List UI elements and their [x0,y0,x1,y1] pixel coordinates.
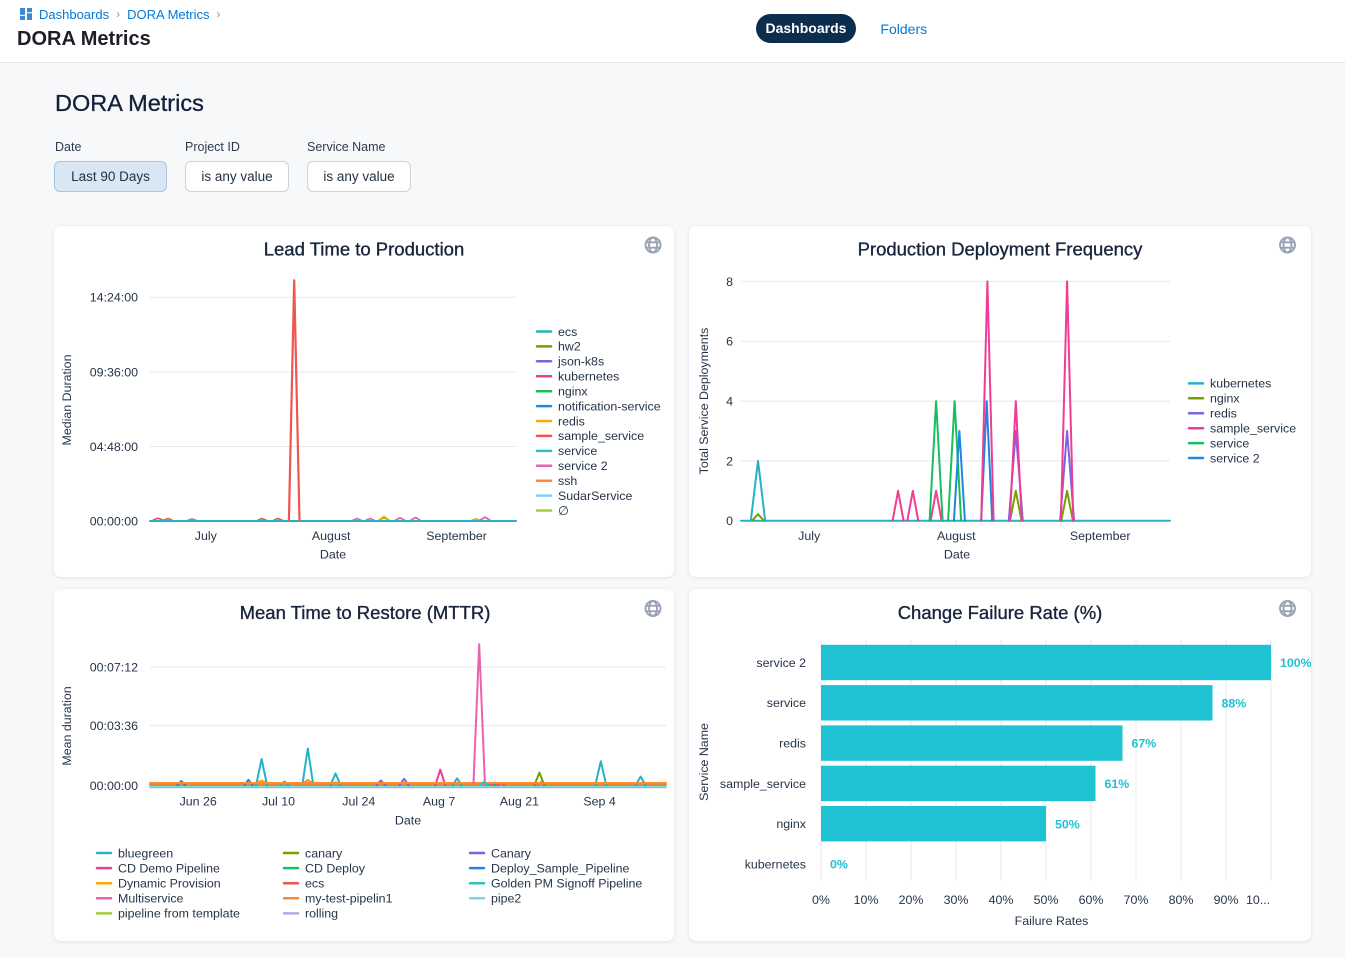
svg-text:00:00:00: 00:00:00 [90,514,138,528]
svg-text:Change Failure Rate (%): Change Failure Rate (%) [898,602,1103,623]
svg-text:67%: 67% [1132,737,1157,751]
svg-text:notification-service: notification-service [558,399,661,413]
svg-text:redis: redis [558,414,585,428]
svg-text:service: service [558,444,597,458]
svg-text:10...: 10... [1246,893,1270,907]
svg-text:Deploy_Sample_Pipeline: Deploy_Sample_Pipeline [491,861,630,875]
svg-text:nginx: nginx [776,817,806,831]
svg-text:Aug 21: Aug 21 [500,794,539,808]
svg-text:0%: 0% [812,893,830,907]
svg-text:40%: 40% [989,893,1014,907]
svg-text:8: 8 [726,275,733,289]
svg-text:kubernetes: kubernetes [1210,377,1271,391]
svg-text:61%: 61% [1105,777,1130,791]
svg-text:0: 0 [726,514,733,528]
svg-text:60%: 60% [1079,893,1104,907]
svg-text:Total Service Deployments: Total Service Deployments [697,328,711,475]
svg-text:bluegreen: bluegreen [118,846,173,860]
svg-text:ecs: ecs [305,877,324,891]
svg-text:ssh: ssh [558,474,577,488]
svg-text:Aug 7: Aug 7 [423,794,455,808]
svg-text:14:24:00: 14:24:00 [90,291,138,305]
svg-text:Date: Date [944,548,970,562]
svg-text:SudarService: SudarService [558,489,632,503]
svg-text:Canary: Canary [491,846,532,860]
svg-text:kubernetes: kubernetes [745,857,806,871]
svg-text:Jun 26: Jun 26 [180,794,217,808]
svg-text:00:00:00: 00:00:00 [90,779,138,793]
svg-text:Sep 4: Sep 4 [583,794,615,808]
svg-text:kubernetes: kubernetes [558,370,619,384]
svg-text:20%: 20% [899,893,924,907]
svg-text:nginx: nginx [1210,392,1240,406]
svg-text:sample_service: sample_service [1210,421,1296,435]
svg-text:0%: 0% [830,858,848,872]
svg-text:nginx: nginx [558,384,588,398]
svg-text:Mean Time to Restore (MTTR): Mean Time to Restore (MTTR) [240,602,491,623]
svg-text:ecs: ecs [558,325,577,339]
svg-text:Median Duration: Median Duration [60,354,74,445]
svg-text:sample_service: sample_service [720,777,806,791]
svg-text:Failure Rates: Failure Rates [1015,914,1089,928]
svg-text:70%: 70% [1124,893,1149,907]
svg-text:Service Name: Service Name [697,723,711,801]
svg-text:my-test-pipelin1: my-test-pipelin1 [305,892,393,906]
svg-text:Production Deployment Frequenc: Production Deployment Frequency [858,238,1144,259]
svg-text:CD Demo Pipeline: CD Demo Pipeline [118,861,220,875]
svg-text:30%: 30% [944,893,969,907]
svg-text:September: September [1070,529,1131,543]
svg-text:service: service [1210,436,1249,450]
svg-text:10%: 10% [854,893,879,907]
svg-text:88%: 88% [1222,696,1247,710]
svg-text:CD Deploy: CD Deploy [305,861,366,875]
svg-text:4: 4 [726,395,733,409]
svg-text:service 2: service 2 [558,459,608,473]
svg-text:80%: 80% [1169,893,1194,907]
svg-text:September: September [426,529,487,543]
svg-text:Golden PM Signoff Pipeline: Golden PM Signoff Pipeline [491,877,642,891]
svg-text:redis: redis [1210,407,1237,421]
svg-text:09:36:00: 09:36:00 [90,366,138,380]
svg-text:Mean duration: Mean duration [60,686,74,765]
svg-text:json-k8s: json-k8s [557,355,604,369]
svg-text:00:07:12: 00:07:12 [90,660,138,674]
svg-text:rolling: rolling [305,907,338,921]
svg-text:canary: canary [305,846,343,860]
svg-text:Date: Date [395,813,421,827]
svg-text:50%: 50% [1034,893,1059,907]
svg-text:Jul 24: Jul 24 [342,794,375,808]
svg-text:Dynamic Provision: Dynamic Provision [118,877,221,891]
svg-text:service: service [767,696,806,710]
svg-text:Date: Date [320,548,346,562]
svg-text:August: August [312,529,351,543]
svg-text:August: August [937,529,976,543]
svg-text:04:48:00: 04:48:00 [90,440,138,454]
svg-text:pipeline from template: pipeline from template [118,907,240,921]
svg-text:00:03:36: 00:03:36 [90,719,138,733]
svg-text:2: 2 [726,454,733,468]
svg-text:Multiservice: Multiservice [118,892,184,906]
svg-text:July: July [195,529,218,543]
svg-text:90%: 90% [1214,893,1239,907]
svg-text:Jul 10: Jul 10 [262,794,295,808]
svg-text:50%: 50% [1055,817,1080,831]
svg-text:100%: 100% [1280,656,1311,670]
svg-text:service 2: service 2 [1210,451,1260,465]
svg-text:sample_service: sample_service [558,429,644,443]
svg-text:pipe2: pipe2 [491,892,521,906]
svg-text:hw2: hw2 [558,340,581,354]
svg-text:service 2: service 2 [756,656,806,670]
svg-text:6: 6 [726,335,733,349]
svg-text:redis: redis [779,737,806,751]
svg-text:Lead Time to Production: Lead Time to Production [264,238,465,259]
svg-text:∅: ∅ [558,504,569,518]
svg-text:July: July [798,529,821,543]
